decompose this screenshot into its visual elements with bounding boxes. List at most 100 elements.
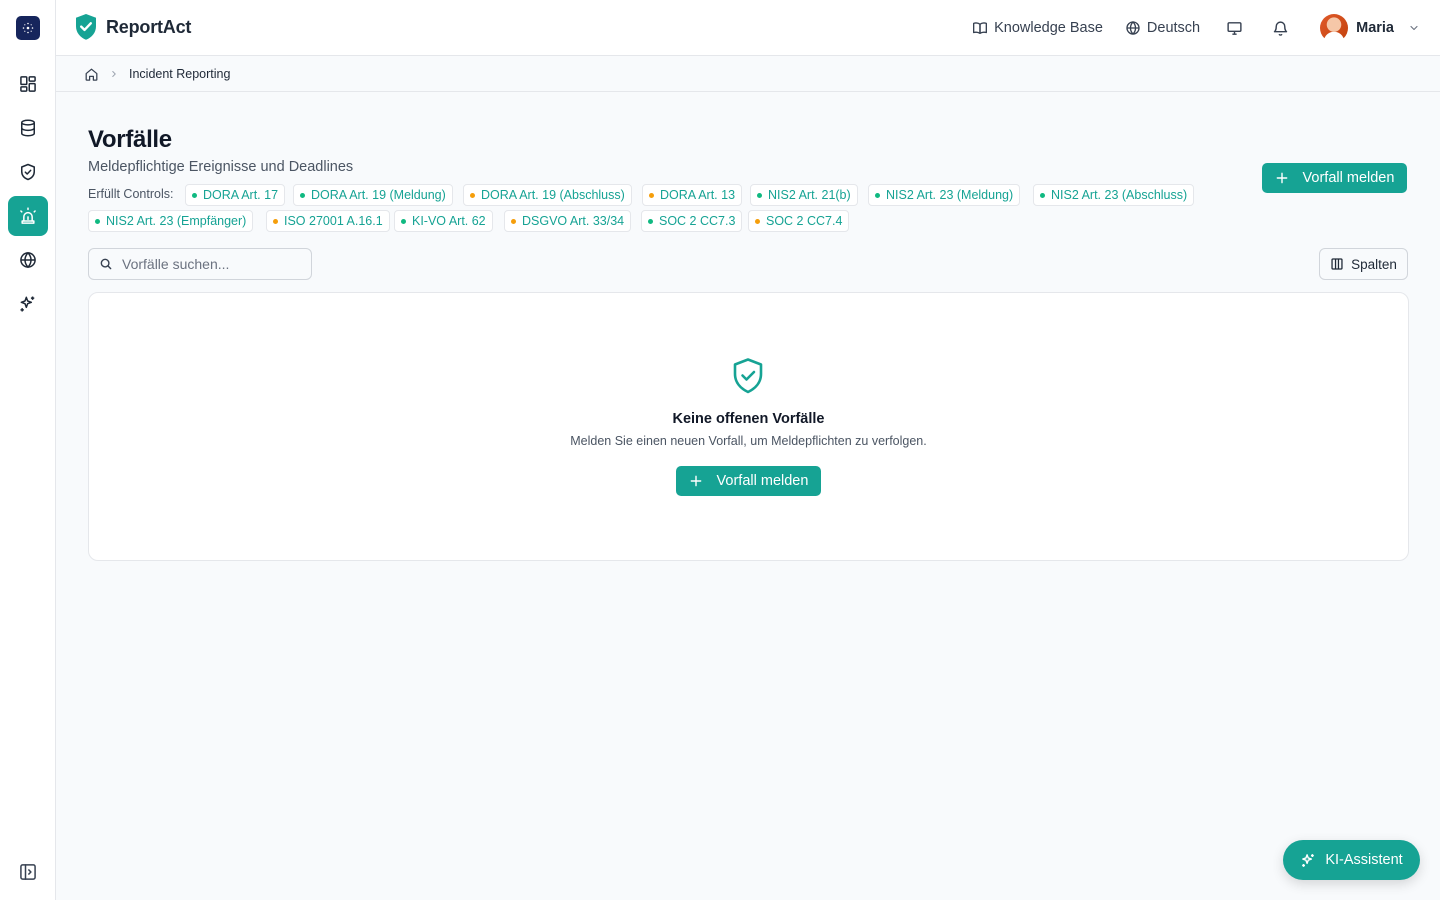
plus-icon <box>1276 172 1287 184</box>
control-chip: DORA Art. 19 (Meldung) <box>293 184 453 206</box>
workspace-logo-icon[interactable] <box>16 16 40 40</box>
status-dot <box>192 192 197 198</box>
siren-icon <box>20 207 36 224</box>
plus-icon <box>690 475 701 487</box>
page-title: Vorfälle <box>88 126 172 153</box>
control-chip: NIS2 Art. 23 (Empfänger) <box>88 210 254 232</box>
empty-state-icon-wrap <box>731 357 765 400</box>
search-input[interactable] <box>122 256 302 272</box>
search-icon <box>100 258 112 270</box>
columns-button[interactable]: Spalten <box>1319 248 1408 280</box>
database-icon <box>21 119 35 137</box>
control-label: DORA Art. 19 (Abschluss) <box>481 188 625 202</box>
control-chip: SOC 2 CC7.3 <box>641 210 743 232</box>
chevron-down-icon <box>1410 25 1418 31</box>
book-open-icon <box>973 22 988 34</box>
search-field[interactable] <box>88 248 312 280</box>
control-label: ISO 27001 A.16.1 <box>284 214 383 228</box>
ai-assistant-label: KI-Assistent <box>1325 852 1403 868</box>
sparkles-icon <box>1302 853 1315 867</box>
controls-label: Erfüllt Controls: <box>88 187 174 201</box>
control-chip: DSGVO Art. 33/34 <box>504 210 632 232</box>
status-dot <box>648 218 653 224</box>
control-label: DORA Art. 17 <box>203 188 279 202</box>
control-label: DSGVO Art. 33/34 <box>522 214 625 228</box>
empty-state-button-label: Vorfall melden <box>716 473 809 489</box>
globe-icon <box>1126 21 1140 35</box>
control-label: SOC 2 CC7.3 <box>659 214 736 228</box>
control-label: NIS2 Art. 21(b) <box>768 188 851 202</box>
display-mode-button[interactable] <box>1222 16 1246 40</box>
language-selector[interactable]: Deutsch <box>1125 20 1200 36</box>
user-name: Maria <box>1356 20 1394 36</box>
app-name: ReportAct <box>106 16 192 37</box>
control-chip: DORA Art. 19 (Abschluss) <box>463 184 632 206</box>
status-dot <box>511 218 516 224</box>
status-dot <box>401 218 406 224</box>
user-menu[interactable]: Maria <box>1320 14 1420 42</box>
status-dot <box>470 192 475 198</box>
control-label: KI-VO Art. 62 <box>412 214 486 228</box>
notifications-button[interactable] <box>1268 16 1292 40</box>
ai-assistant-button[interactable]: KI-Assistent <box>1283 840 1420 880</box>
dashboard-icon <box>20 76 36 92</box>
knowledge-base-label: Knowledge Base <box>994 20 1103 36</box>
bell-icon <box>1273 20 1287 36</box>
language-label: Deutsch <box>1146 20 1201 36</box>
control-chip: DORA Art. 17 <box>185 184 286 206</box>
avatar <box>1320 14 1349 42</box>
sparkles-icon <box>20 296 35 312</box>
reportact-logo-icon <box>76 14 96 40</box>
empty-state-text: Melden Sie einen neuen Vorfall, um Melde… <box>570 434 927 448</box>
status-dot <box>300 192 305 198</box>
report-incident-button[interactable]: Vorfall melden <box>1262 163 1407 193</box>
control-label: SOC 2 CC7.4 <box>766 214 843 228</box>
sidebar-item-dashboard[interactable] <box>8 64 48 104</box>
control-chip: NIS2 Art. 23 (Abschluss) <box>1033 184 1195 206</box>
status-dot <box>757 192 762 198</box>
control-label: NIS2 Art. 23 (Abschluss) <box>1051 188 1188 202</box>
brand[interactable]: ReportAct <box>74 13 191 41</box>
sidebar-toggle-icon <box>20 864 36 880</box>
sidebar-item-web[interactable] <box>8 240 48 280</box>
shield-check-icon <box>21 163 35 181</box>
collapse-sidebar-button[interactable] <box>8 852 48 892</box>
control-label: DORA Art. 13 <box>660 188 736 202</box>
control-label: NIS2 Art. 23 (Empfänger) <box>106 214 247 228</box>
columns-icon <box>1331 258 1343 270</box>
page-subtitle: Meldepflichtige Ereignisse und Deadlines <box>88 159 354 175</box>
control-chip: NIS2 Art. 23 (Meldung) <box>868 184 1021 206</box>
sidebar-item-ai[interactable] <box>8 284 48 324</box>
sidebar-rail <box>0 0 56 900</box>
status-dot <box>755 218 760 224</box>
globe-icon <box>20 251 36 269</box>
empty-state-title: Keine offenen Vorfälle <box>672 411 825 427</box>
sidebar-item-incident-reporting[interactable] <box>8 196 48 236</box>
control-chip: ISO 27001 A.16.1 <box>266 210 390 232</box>
chevron-right-icon <box>112 71 116 77</box>
home-icon[interactable] <box>84 67 99 82</box>
status-dot <box>95 218 100 224</box>
control-label: DORA Art. 19 (Meldung) <box>311 188 446 202</box>
status-dot <box>649 192 654 198</box>
breadcrumb: Incident Reporting <box>56 56 1440 92</box>
report-incident-label: Vorfall melden <box>1302 170 1395 186</box>
monitor-icon <box>1227 21 1242 35</box>
knowledge-base-link[interactable]: Knowledge Base <box>972 20 1103 36</box>
status-dot <box>875 192 880 198</box>
incidents-table-card: Keine offenen Vorfälle Melden Sie einen … <box>88 292 1409 561</box>
control-chip: DORA Art. 13 <box>642 184 743 206</box>
shield-check-icon <box>733 358 763 394</box>
sidebar-item-compliance[interactable] <box>8 152 48 192</box>
top-bar: ReportAct Knowledge Base Deutsch Maria <box>56 0 1440 56</box>
sidebar-item-database[interactable] <box>8 108 48 148</box>
breadcrumb-current: Incident Reporting <box>129 67 231 81</box>
status-dot <box>273 218 278 224</box>
columns-label: Spalten <box>1351 256 1397 272</box>
control-chip: NIS2 Art. 21(b) <box>750 184 858 206</box>
control-chip: SOC 2 CC7.4 <box>748 210 850 232</box>
control-chip: KI-VO Art. 62 <box>394 210 493 232</box>
empty-state-report-button[interactable]: Vorfall melden <box>676 466 821 496</box>
status-dot <box>1040 192 1045 198</box>
control-label: NIS2 Art. 23 (Meldung) <box>886 188 1014 202</box>
